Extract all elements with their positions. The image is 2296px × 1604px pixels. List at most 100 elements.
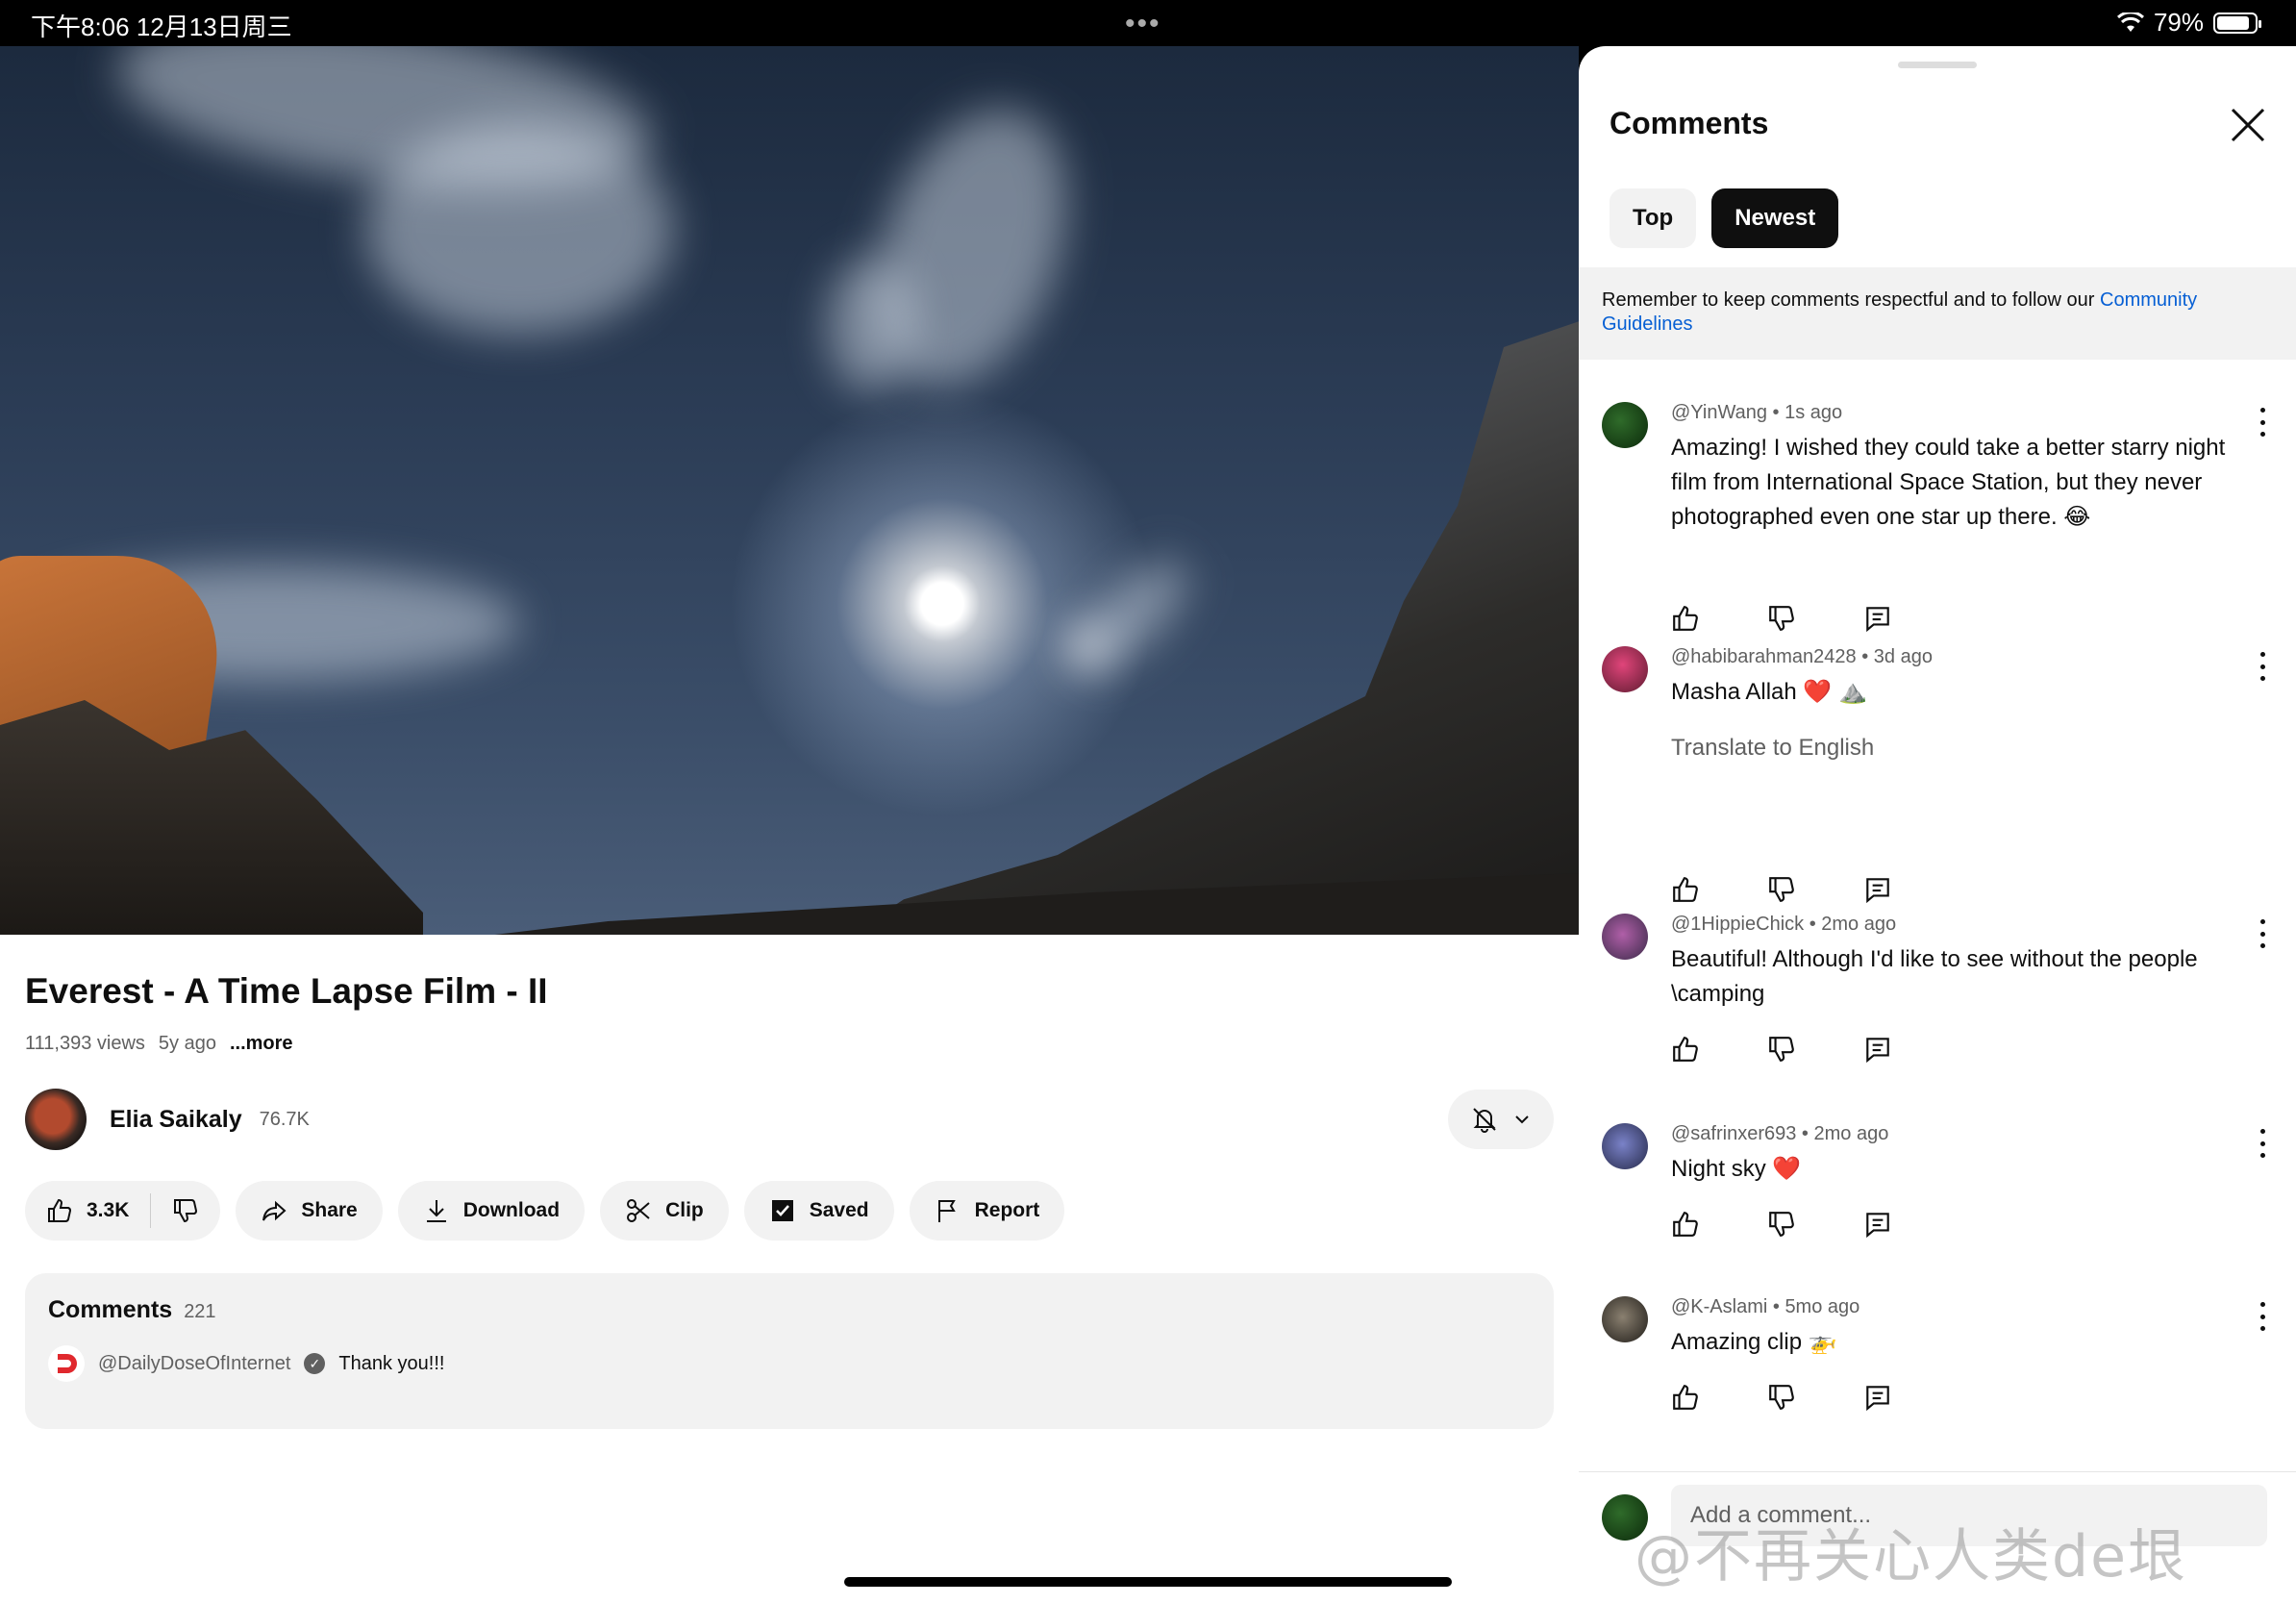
notification-bell-button[interactable] [1448, 1090, 1554, 1149]
reply-icon[interactable] [1863, 604, 1892, 633]
close-icon[interactable] [2227, 104, 2269, 146]
video-title: Everest - A Time Lapse Film - II [25, 971, 548, 1011]
community-notice: Remember to keep comments respectful and… [1579, 267, 2296, 360]
battery-icon [2213, 12, 2261, 34]
share-label: Share [301, 1199, 358, 1221]
comment-header: @YinWang • 1s ago [1671, 402, 1843, 423]
reply-icon[interactable] [1863, 1210, 1892, 1239]
multitasking-dots[interactable]: ••• [1125, 8, 1161, 40]
comment-header: @safrinxer693 • 2mo ago [1671, 1123, 1889, 1144]
notice-text: Remember to keep comments respectful and… [1602, 289, 2101, 311]
comment-user[interactable]: @habibarahman2428 [1671, 646, 1857, 667]
scissors-icon [627, 1199, 650, 1222]
status-bar: 下午8:06 12月13日周三 ••• 79% [0, 0, 2296, 46]
like-icon[interactable] [1671, 1383, 1700, 1412]
more-options-icon[interactable] [2258, 652, 2267, 681]
chevron-down-icon [1515, 1115, 1529, 1124]
saved-button[interactable]: Saved [743, 1181, 894, 1241]
comments-count: 221 [184, 1301, 216, 1322]
preview-comment-user: @DailyDoseOfInternet [98, 1352, 291, 1374]
comment-user[interactable]: @1HippieChick [1671, 914, 1804, 935]
reply-icon[interactable] [1863, 1383, 1892, 1412]
reply-icon[interactable] [1863, 875, 1892, 904]
comment-text: Beautiful! Although I'd like to see with… [1671, 946, 2198, 1007]
more-options-icon[interactable] [2258, 1129, 2267, 1158]
download-button[interactable]: Download [397, 1181, 586, 1241]
download-icon [426, 1200, 446, 1222]
status-right: 79% [2116, 8, 2261, 38]
view-count: 111,393 views [25, 1033, 145, 1054]
comments-preview-title: Comments [48, 1296, 173, 1323]
comment-header: @habibarahman2428 • 3d ago [1671, 646, 1933, 667]
avatar[interactable] [1602, 402, 1648, 448]
comment-text: Night sky ❤️ [1671, 1156, 1802, 1182]
clip-button[interactable]: Clip [600, 1181, 729, 1241]
comments-preview-card[interactable]: Comments 221 @DailyDoseOfInternet ✓ Than… [25, 1273, 1554, 1429]
flag-icon [937, 1200, 956, 1222]
like-dislike-group: 3.3K [25, 1181, 221, 1241]
video-meta[interactable]: 111,393 views 5y ago ...more [25, 1033, 293, 1055]
avatar[interactable] [1602, 914, 1648, 960]
avatar[interactable] [1602, 1123, 1648, 1169]
mountain-shape [827, 315, 1579, 935]
download-label: Download [462, 1199, 561, 1221]
more-options-icon[interactable] [2258, 1302, 2267, 1331]
dislike-icon[interactable] [1767, 1210, 1796, 1239]
comment-actions [1671, 1383, 1892, 1412]
like-icon[interactable] [1671, 875, 1700, 904]
status-time: 下午8:06 12月13日周三 [31, 13, 292, 41]
upload-age: 5y ago [158, 1033, 216, 1054]
report-button[interactable]: Report [909, 1181, 1065, 1241]
comment-user[interactable]: @safrinxer693 [1671, 1123, 1796, 1144]
panel-title: Comments [1610, 106, 1769, 140]
comment-header: @1HippieChick • 2mo ago [1671, 914, 1897, 935]
video-player[interactable] [0, 46, 1579, 935]
channel-name[interactable]: Elia Saikaly [110, 1106, 242, 1134]
comment-user[interactable]: @YinWang [1671, 402, 1767, 423]
avatar[interactable] [1602, 646, 1648, 692]
comment-time: 2mo ago [1813, 1123, 1889, 1144]
share-button[interactable]: Share [236, 1181, 383, 1241]
subscriber-count: 76.7K [259, 1108, 310, 1130]
like-icon[interactable] [1671, 1035, 1700, 1064]
watermark-text: @不再关心人类de垠 [1635, 1523, 2187, 1591]
comment-time: 5mo ago [1784, 1296, 1860, 1317]
sort-tabs: Top Newest [1610, 188, 1839, 248]
like-count[interactable]: 3.3K [87, 1199, 129, 1222]
channel-row: Elia Saikaly 76.7K [25, 1089, 1554, 1150]
saved-playlist-icon [771, 1200, 793, 1221]
action-bar: 3.3K Share Download Clip Saved Report [25, 1181, 1065, 1241]
dislike-icon[interactable] [1767, 1035, 1796, 1064]
like-icon[interactable] [1671, 1210, 1700, 1239]
dislike-icon[interactable] [1767, 1383, 1796, 1412]
tab-top[interactable]: Top [1610, 188, 1697, 248]
more-options-icon[interactable] [2258, 919, 2267, 948]
tab-newest[interactable]: Newest [1711, 188, 1839, 248]
channel-avatar[interactable] [25, 1089, 87, 1150]
like-icon[interactable] [46, 1197, 73, 1224]
translate-link[interactable]: Translate to English [1671, 735, 1874, 762]
comment-user[interactable]: @K-Aslami [1671, 1296, 1767, 1317]
bell-off-icon [1473, 1108, 1496, 1133]
more-options-icon[interactable] [2258, 408, 2267, 437]
comment-text: Amazing clip 🚁 [1671, 1329, 1837, 1355]
verified-icon: ✓ [304, 1353, 326, 1374]
reply-icon[interactable] [1863, 1035, 1892, 1064]
drag-handle[interactable] [1898, 62, 1977, 68]
dislike-icon[interactable] [172, 1197, 199, 1224]
like-icon[interactable] [1671, 604, 1700, 633]
battery-percent: 79% [2153, 8, 2204, 37]
comment-text: Amazing! I wished they could take a bett… [1671, 435, 2226, 530]
comment-header: @K-Aslami • 5mo ago [1671, 1296, 1860, 1317]
avatar[interactable] [1602, 1296, 1648, 1342]
comment-text: Masha Allah ❤️ ⛰️ [1671, 679, 1867, 705]
more-link[interactable]: ...more [230, 1033, 293, 1055]
home-indicator[interactable] [844, 1577, 1452, 1587]
report-label: Report [974, 1199, 1040, 1221]
channel-logo-icon [48, 1345, 85, 1382]
dislike-icon[interactable] [1767, 604, 1796, 633]
clip-label: Clip [665, 1199, 704, 1221]
divider [1579, 1471, 2296, 1472]
dislike-icon[interactable] [1767, 875, 1796, 904]
comments-panel: Comments Top Newest Remember to keep com… [1579, 46, 2296, 1604]
